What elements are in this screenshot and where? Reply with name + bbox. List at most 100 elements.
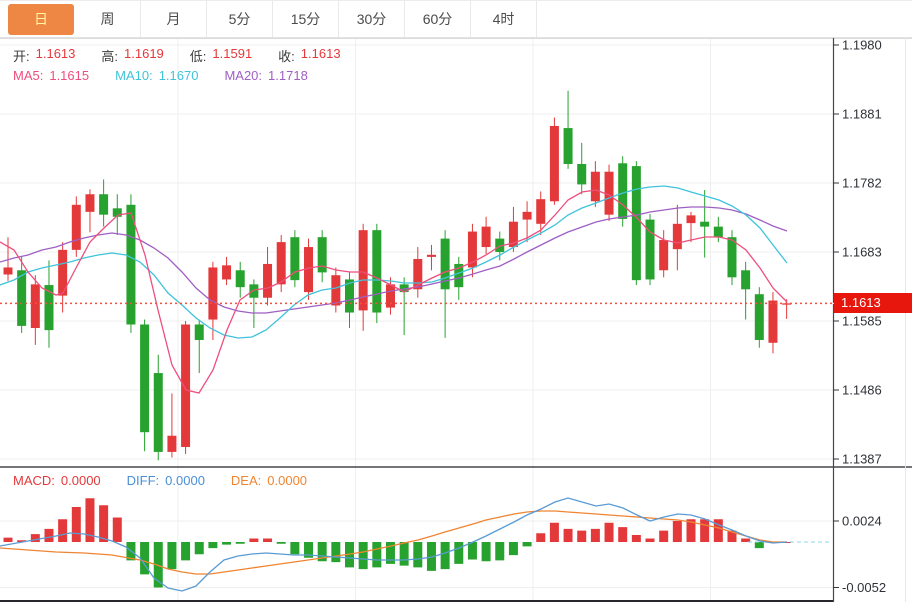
- candle-body: [208, 267, 217, 319]
- macd-bar: [113, 518, 122, 543]
- candle-body: [386, 284, 395, 307]
- macd-header: MACD: 0.0000 DIFF: 0.0000 DEA: 0.0000: [13, 473, 313, 488]
- macd-bar: [359, 542, 368, 569]
- candle-body: [31, 284, 40, 328]
- price-tick-label: 1.1486: [842, 383, 882, 398]
- macd-bar: [591, 529, 600, 542]
- low-label: 低:: [190, 46, 207, 65]
- macd-bar: [222, 542, 231, 545]
- dea-label: DEA:: [231, 473, 261, 488]
- candle-body: [727, 237, 736, 277]
- candle-body: [755, 294, 764, 340]
- candle-body: [700, 222, 709, 227]
- macd-bar: [4, 538, 13, 542]
- ma20-label: MA20:: [224, 68, 262, 83]
- macd-bar: [755, 542, 764, 548]
- macd-bar: [482, 542, 491, 561]
- candle-body: [359, 230, 368, 310]
- macd-bar: [181, 542, 190, 560]
- low-value: 1.1591: [212, 46, 252, 65]
- macd-bar: [495, 542, 504, 560]
- macd-bar: [290, 542, 299, 554]
- price-tick-label: 1.1683: [842, 245, 882, 260]
- macd-bar: [277, 542, 286, 544]
- close-label: 收:: [278, 46, 295, 65]
- ma5-value: 1.1615: [49, 68, 89, 83]
- macd-bar: [564, 529, 573, 542]
- candle-body: [72, 205, 81, 250]
- candle-body: [523, 212, 532, 220]
- macd-bar: [673, 521, 682, 542]
- macd-bar: [249, 539, 258, 543]
- macd-bar: [632, 535, 641, 542]
- macd-bar: [236, 542, 245, 544]
- macd-bar: [454, 542, 463, 564]
- candle-body: [482, 227, 491, 247]
- candle-body: [195, 324, 204, 339]
- macd-bar: [536, 533, 545, 542]
- macd-bar: [58, 519, 67, 542]
- macd-bar: [509, 542, 518, 555]
- candle-body: [331, 275, 340, 305]
- macd-bar: [741, 539, 750, 543]
- macd-value: 0.0000: [61, 473, 101, 488]
- candle-body: [427, 255, 436, 257]
- candle-body: [577, 164, 586, 184]
- diff-value: 0.0000: [165, 473, 205, 488]
- price-tick-label: 1.1387: [842, 452, 882, 467]
- macd-bar: [700, 519, 709, 542]
- macd-bar: [44, 529, 53, 542]
- high-value: 1.1619: [124, 46, 164, 65]
- candle-body: [618, 163, 627, 219]
- price-tick-label: 1.1782: [842, 176, 882, 191]
- candle-body: [714, 227, 723, 238]
- macd-bar: [167, 542, 176, 569]
- candle-body: [768, 301, 777, 343]
- candle-body: [591, 172, 600, 202]
- close-value: 1.1613: [301, 46, 341, 65]
- candle-body: [181, 324, 190, 446]
- macd-bar: [400, 542, 409, 566]
- candle-body: [536, 199, 545, 224]
- price-tick-label: 1.1980: [842, 38, 882, 53]
- candle-body: [550, 126, 559, 201]
- candle-body: [99, 194, 108, 214]
- macd-label: MACD:: [13, 473, 55, 488]
- dea-value: 0.0000: [267, 473, 307, 488]
- candle-body: [741, 270, 750, 289]
- ohlc-header: 开: 1.1613 高: 1.1619 低: 1.1591 收: 1.1613: [13, 46, 347, 65]
- candle-body: [167, 436, 176, 452]
- high-label: 高:: [101, 46, 118, 65]
- candle-body: [277, 242, 286, 284]
- macd-bar: [263, 539, 272, 543]
- candle-body: [372, 230, 381, 312]
- ma20-value: 1.1718: [268, 68, 308, 83]
- candle-body: [4, 267, 13, 274]
- macd-tick-label: 0.0024: [842, 514, 882, 529]
- candle-body: [632, 166, 641, 280]
- candle-body: [222, 265, 231, 279]
- price-tick-label: 1.1585: [842, 314, 882, 329]
- macd-bar: [72, 507, 81, 542]
- candle-body: [564, 128, 573, 164]
- candle-body: [17, 270, 26, 326]
- ma10-value: 1.1670: [159, 68, 199, 83]
- candle-body: [154, 373, 163, 452]
- macd-bar: [331, 542, 340, 562]
- macd-bar: [605, 523, 614, 542]
- open-value: 1.1613: [36, 46, 76, 65]
- macd-bar: [99, 505, 108, 542]
- macd-bar: [468, 542, 477, 560]
- macd-tick-label: -0.0052: [842, 580, 886, 595]
- macd-bar: [646, 539, 655, 543]
- open-label: 开:: [13, 46, 30, 65]
- trading-chart-app: 日 周 月 5分 15分 30分 60分 4时 1.19801.18811.17…: [0, 0, 912, 605]
- ma5-label: MA5:: [13, 68, 43, 83]
- candle-body: [673, 224, 682, 249]
- candle-body: [236, 270, 245, 287]
- macd-bar: [659, 531, 668, 542]
- candle-body: [140, 324, 149, 432]
- macd-bar: [577, 531, 586, 542]
- price-tick-label: 1.1881: [842, 107, 882, 122]
- candle-body: [687, 215, 696, 223]
